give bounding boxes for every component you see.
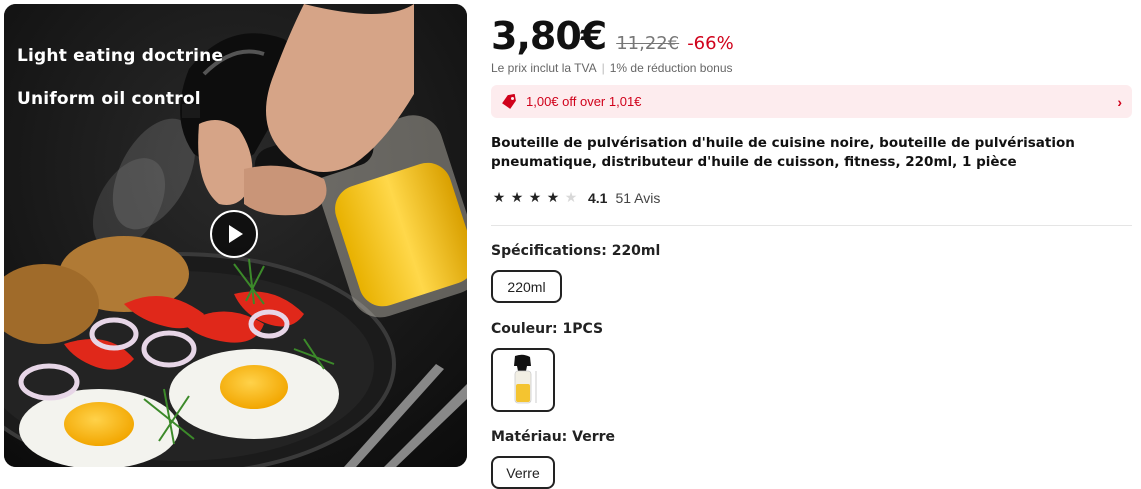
current-price: 3,80€ — [491, 14, 607, 58]
color-spec-label: Couleur: 1PCS — [491, 321, 603, 337]
overlay-text-line2: Uniform oil control — [17, 89, 201, 109]
divider — [491, 225, 1132, 226]
discount-badge: -66% — [687, 33, 734, 54]
product-media[interactable]: Light eating doctrine Uniform oil contro… — [4, 4, 467, 467]
vat-info: Le prix inclut la TVA | 1% de réduction bo… — [491, 61, 733, 75]
star-icon: ★ — [510, 189, 524, 205]
size-option-label: 220ml — [507, 278, 546, 295]
bonus-text: 1% de réduction bonus — [609, 61, 733, 75]
product-title: Bouteille de pulvérisation d'huile de cu… — [491, 135, 1075, 170]
play-icon[interactable] — [210, 210, 258, 258]
material-selected-value: Verre — [572, 429, 616, 445]
promo-banner[interactable]: 1,00€ off over 1,01€ › — [491, 85, 1132, 118]
original-price: 11,22€ — [616, 33, 680, 54]
star-empty-icon: ★ — [564, 189, 578, 205]
material-label: Matériau: — [491, 429, 568, 445]
overlay-text-line1: Light eating doctrine — [17, 46, 224, 66]
star-icon: ★ — [528, 189, 542, 205]
color-label: Couleur: — [491, 321, 558, 337]
material-option-verre[interactable]: Verre — [491, 456, 555, 489]
size-selected-value: 220ml — [611, 243, 661, 259]
star-icon: ★ — [492, 189, 506, 205]
material-option-label: Verre — [506, 464, 540, 481]
size-label: Spécifications: — [491, 243, 607, 259]
size-option-220ml[interactable]: 220ml — [491, 270, 562, 303]
rating-row: ★ ★ ★ ★ ★ 4.1 51 Avis — [491, 189, 661, 206]
tag-icon — [502, 93, 516, 109]
chevron-right-icon: › — [1117, 93, 1122, 110]
material-spec-label: Matériau: Verre — [491, 429, 615, 445]
reviews-link[interactable]: 51 Avis — [615, 190, 660, 206]
price-row: 3,80€ 11,22€ -66% — [491, 14, 734, 58]
vat-separator: | — [601, 61, 605, 75]
star-icon: ★ — [546, 189, 560, 205]
star-rating: ★ ★ ★ ★ ★ — [491, 189, 579, 206]
rating-value: 4.1 — [588, 189, 608, 206]
size-spec-label: Spécifications: 220ml — [491, 243, 660, 259]
promo-text: 1,00€ off over 1,01€ — [526, 94, 642, 109]
color-option-thumbnail — [496, 353, 550, 407]
color-selected-value: 1PCS — [562, 321, 604, 337]
color-option-1pcs[interactable] — [491, 348, 555, 412]
vat-included-text: Le prix inclut la TVA — [491, 61, 597, 75]
bottle-thumbnail-icon — [514, 354, 537, 404]
